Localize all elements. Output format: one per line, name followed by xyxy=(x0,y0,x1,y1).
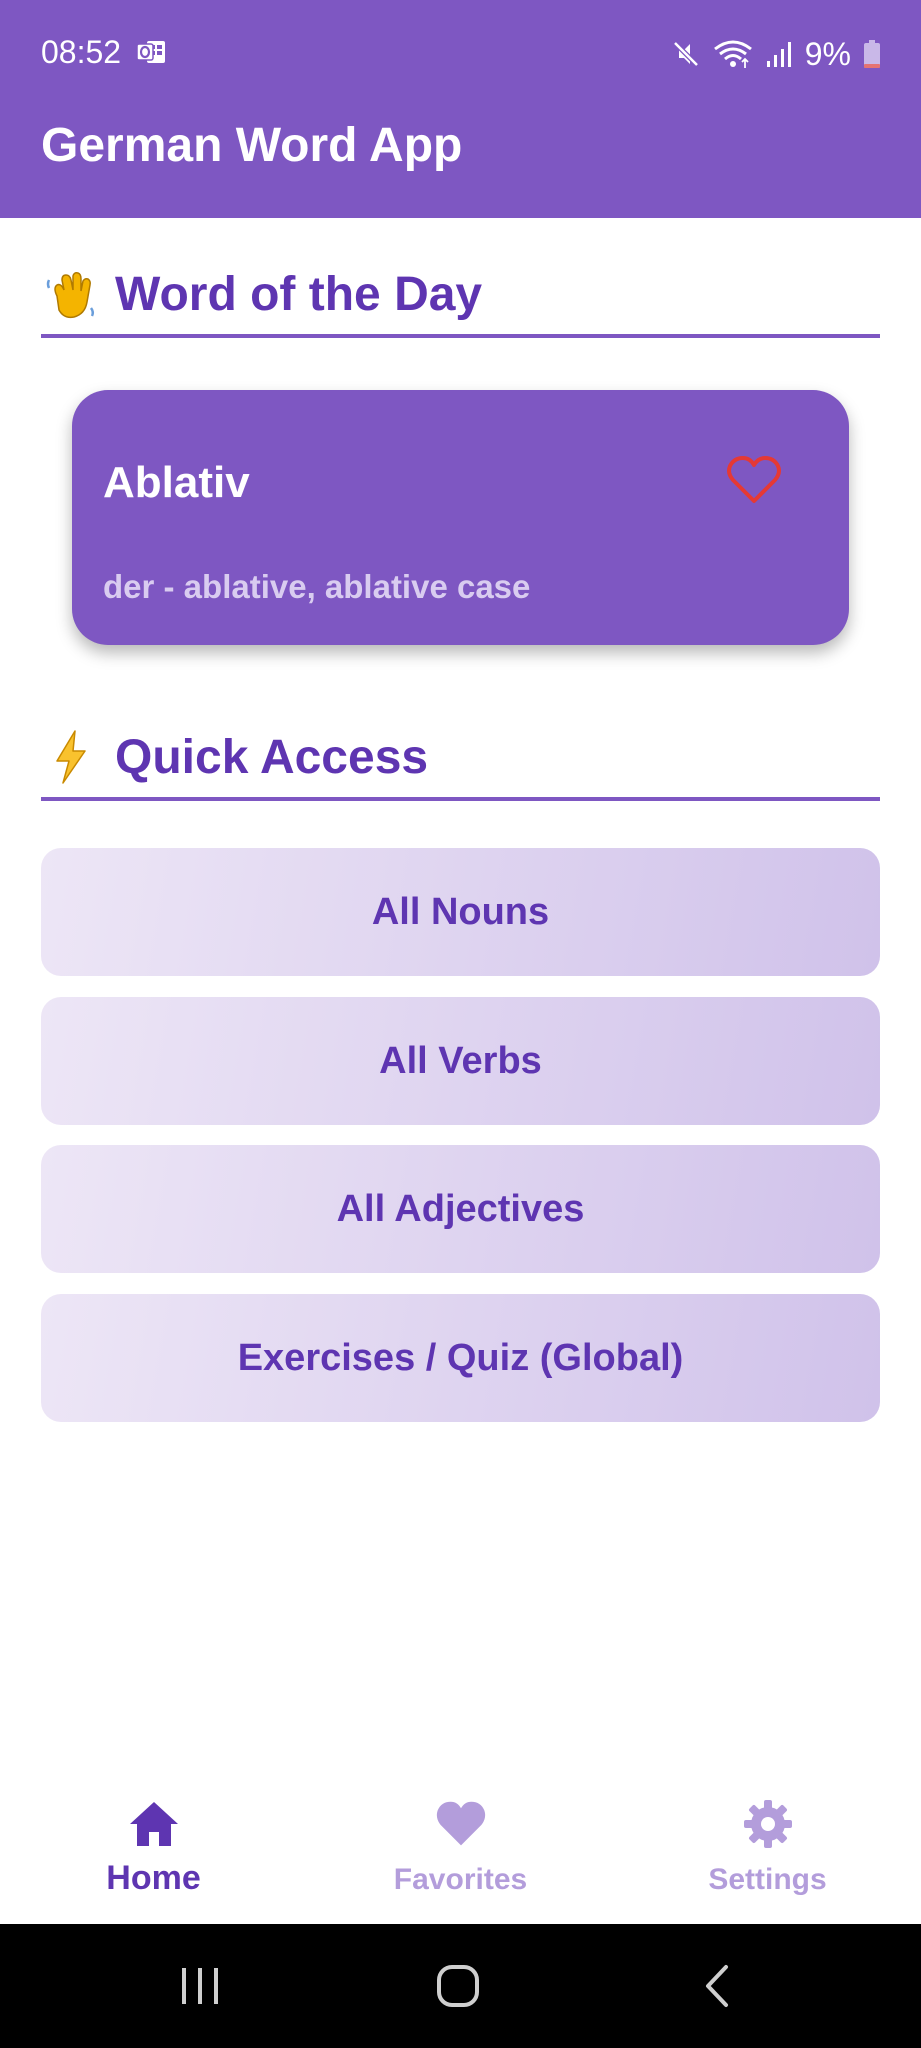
lightning-icon xyxy=(41,727,101,787)
status-bar: 08:52 9% xyxy=(0,0,921,106)
nav-label-settings: Settings xyxy=(708,1863,827,1896)
nav-item-home[interactable]: Home xyxy=(0,1773,307,1924)
status-time: 08:52 xyxy=(41,34,122,70)
heart-icon xyxy=(435,1797,487,1851)
battery-icon xyxy=(863,39,881,69)
all-verbs-button[interactable]: All Verbs xyxy=(41,997,880,1125)
word-of-the-day-meaning: der - ablative, ablative case xyxy=(103,568,531,605)
status-icons: 9% xyxy=(671,34,881,74)
home-system-button[interactable] xyxy=(408,1954,508,2018)
gear-icon xyxy=(742,1797,794,1851)
back-button[interactable] xyxy=(667,1954,767,2018)
all-nouns-button[interactable]: All Nouns xyxy=(41,848,880,976)
home-icon xyxy=(128,1797,180,1851)
wifi-icon xyxy=(713,39,753,69)
recent-apps-button[interactable] xyxy=(150,1954,250,2018)
bottom-navigation: Home Favorites Settings xyxy=(0,1773,921,1924)
quick-access-title: Quick Access xyxy=(115,730,429,784)
nav-item-favorites[interactable]: Favorites xyxy=(307,1773,614,1924)
recent-apps-icon xyxy=(182,1968,218,2004)
app-title: German Word App xyxy=(41,119,463,172)
word-of-the-day-title: Word of the Day xyxy=(115,267,483,321)
home-circle-icon xyxy=(437,1965,479,2007)
back-icon xyxy=(706,1965,728,2007)
signal-icon xyxy=(765,39,793,69)
exercises-quiz-button[interactable]: Exercises / Quiz (Global) xyxy=(41,1294,880,1422)
nav-label-favorites: Favorites xyxy=(393,1863,528,1896)
quick-access-header: Quick Access xyxy=(41,717,880,801)
waving-hand-icon xyxy=(41,264,101,324)
app-bar: 08:52 9% German Word App xyxy=(0,0,921,218)
outlook-icon xyxy=(136,38,166,66)
word-of-the-day-word: Ablativ xyxy=(103,458,250,507)
battery-percent: 9% xyxy=(804,35,851,72)
nav-label-home: Home xyxy=(106,1859,201,1897)
word-of-the-day-header: Word of the Day xyxy=(41,254,880,338)
nav-item-settings[interactable]: Settings xyxy=(614,1773,921,1924)
mute-icon xyxy=(671,39,701,69)
system-navigation-bar xyxy=(0,1924,921,2048)
word-of-the-day-card[interactable]: Ablativ der - ablative, ablative case xyxy=(72,390,849,645)
heart-outline-icon xyxy=(727,456,781,503)
favorite-button[interactable] xyxy=(724,452,784,508)
all-adjectives-button[interactable]: All Adjectives xyxy=(41,1145,880,1273)
